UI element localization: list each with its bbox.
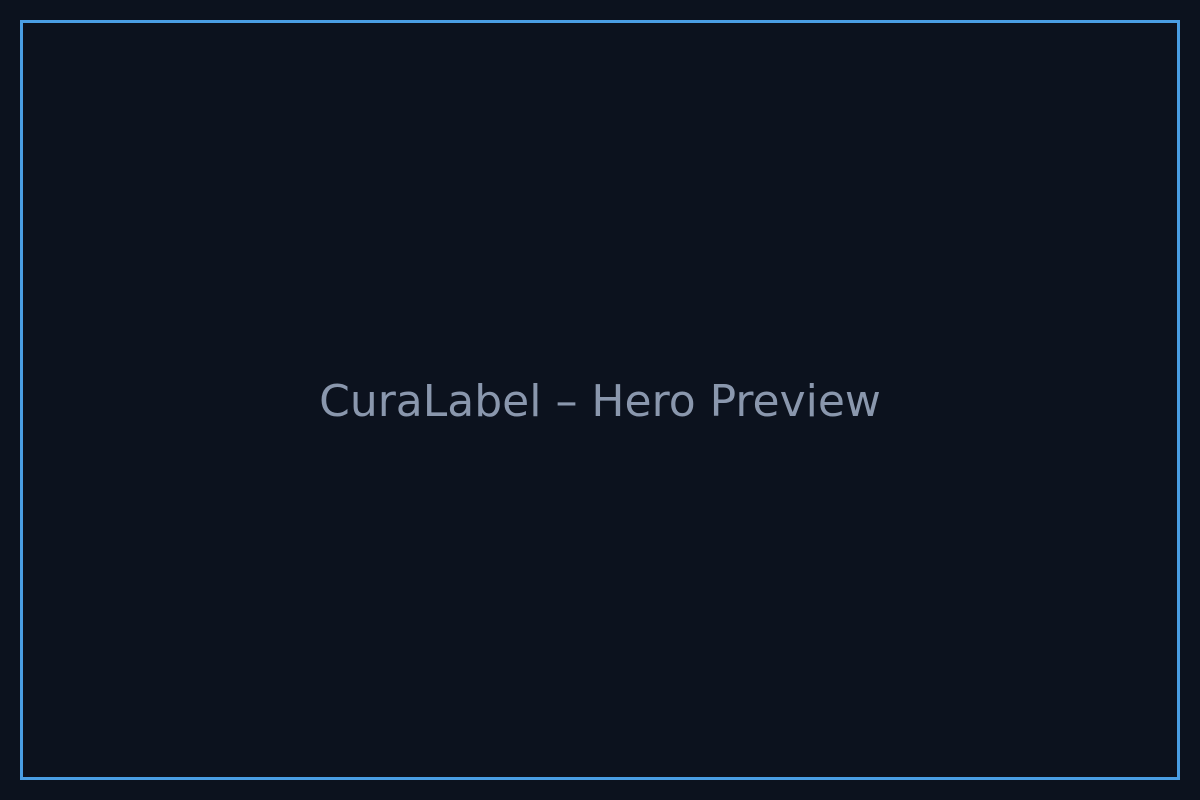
hero-preview-title: CuraLabel – Hero Preview bbox=[319, 376, 881, 427]
hero-preview-frame: CuraLabel – Hero Preview bbox=[20, 20, 1180, 780]
